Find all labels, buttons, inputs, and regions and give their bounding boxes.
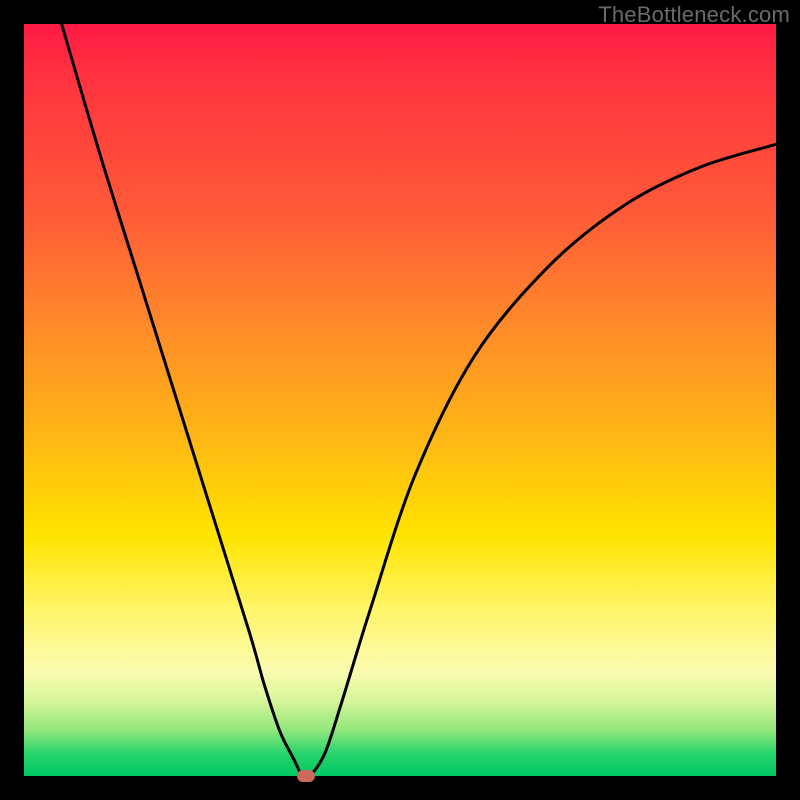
minimum-marker <box>297 770 315 782</box>
bottleneck-curve-path <box>62 24 776 776</box>
chart-frame: TheBottleneck.com <box>0 0 800 800</box>
curve-svg <box>24 24 776 776</box>
plot-area <box>24 24 776 776</box>
